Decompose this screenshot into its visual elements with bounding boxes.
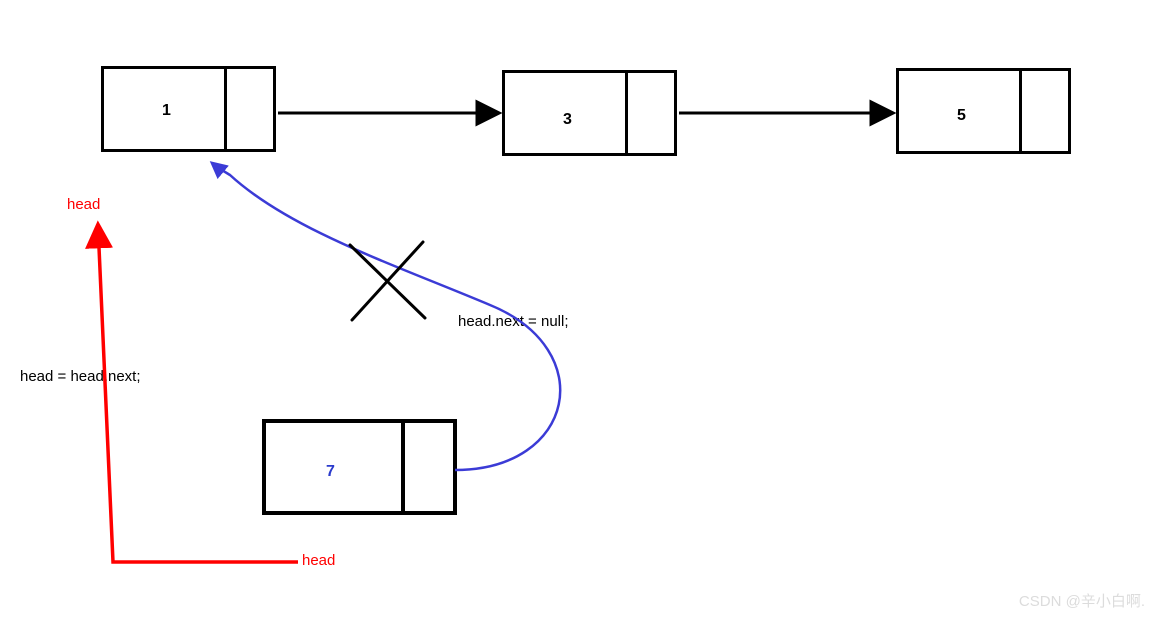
node-value: 1: [162, 102, 171, 120]
linked-list-node-5: 5: [896, 68, 1071, 154]
node-divider: [401, 423, 405, 511]
node-value: 5: [957, 107, 966, 125]
node-divider: [625, 73, 628, 153]
linked-list-node-1: 1: [101, 66, 276, 152]
head-label-top: head: [67, 196, 100, 213]
node-divider: [1019, 71, 1022, 151]
linked-list-node-3: 3: [502, 70, 677, 156]
node-value: 3: [563, 111, 572, 129]
head-label-bottom: head: [302, 552, 335, 569]
node-divider: [224, 69, 227, 149]
node-value: 7: [326, 463, 335, 481]
assign-head-label: head = head.next;: [20, 368, 141, 385]
linked-list-node-7: 7: [262, 419, 457, 515]
watermark-text: CSDN @辛小白啊.: [1019, 590, 1145, 611]
cross-out-icon: [350, 242, 425, 320]
diagram-stage: 1 3 5 7 head head head = head.next; head…: [0, 0, 1165, 621]
null-next-label: head.next = null;: [458, 313, 569, 330]
